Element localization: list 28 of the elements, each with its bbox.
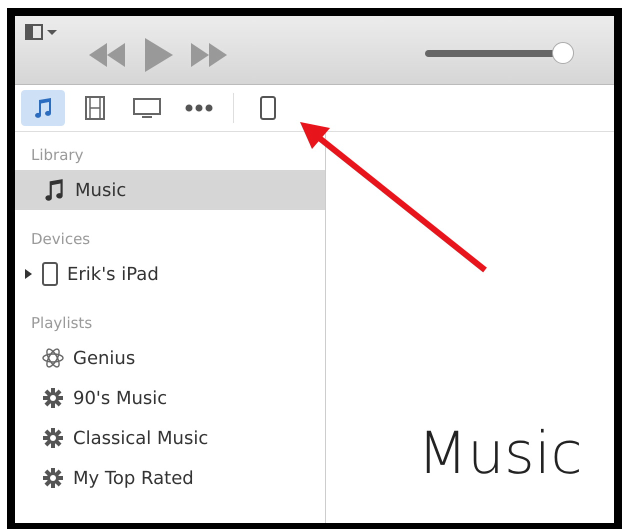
gear-icon	[41, 466, 65, 490]
sidebar-item[interactable]: Classical Music	[15, 418, 325, 458]
sidebar-item[interactable]: Music	[15, 170, 325, 210]
tablet-icon	[259, 96, 277, 120]
item-label: Music	[75, 180, 126, 200]
item-label: Classical Music	[73, 428, 208, 448]
monitor-icon	[133, 97, 161, 119]
gear-icon	[41, 426, 65, 450]
sidebar-item[interactable]: My Top Rated	[15, 458, 325, 498]
item-label: Erik's iPad	[67, 264, 159, 284]
item-label: 90's Music	[73, 388, 168, 408]
sidebar-item[interactable]: Genius	[15, 338, 325, 378]
page-title: Music	[417, 419, 583, 487]
sidebar-item[interactable]: 90's Music	[15, 378, 325, 418]
section-heading: Devices	[30, 229, 92, 250]
tablet-icon	[41, 262, 59, 286]
film-icon	[83, 95, 107, 121]
gear-icon	[41, 386, 65, 410]
section-heading: Library	[30, 145, 84, 166]
more-icon	[184, 103, 214, 113]
disclosure-triangle-icon[interactable]	[25, 269, 32, 279]
item-label: Genius	[73, 348, 136, 368]
media-tab[interactable]	[21, 90, 65, 126]
item-label: My Top Rated	[73, 468, 194, 488]
atom-icon	[41, 346, 65, 370]
sidebar-item[interactable]: Erik's iPad	[15, 254, 325, 294]
sidebar-toggle-icon[interactable]	[25, 24, 59, 40]
section-heading: Playlists	[30, 313, 94, 334]
